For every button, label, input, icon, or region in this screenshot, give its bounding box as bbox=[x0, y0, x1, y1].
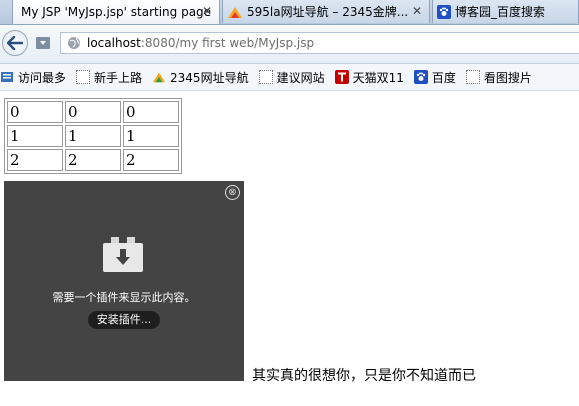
baidu-paw-icon bbox=[413, 70, 428, 84]
address-bar[interactable]: localhost:8080/my first web/MyJsp.jsp bbox=[60, 32, 579, 54]
table-cell: 0 bbox=[123, 101, 179, 123]
back-button[interactable] bbox=[2, 30, 28, 56]
page-icon bbox=[258, 70, 273, 84]
tab-strip: My JSP 'MyJsp.jsp' starting page ✕ 595la… bbox=[0, 0, 579, 25]
bookmark-label: 天猫双11 bbox=[352, 70, 404, 85]
table-row: 0 0 0 bbox=[7, 101, 179, 123]
tab-title: 595la网址导航 – 2345金牌... bbox=[247, 5, 409, 19]
bookmark-image-search[interactable]: 看图搜片 bbox=[465, 69, 532, 86]
plugin-message: 需要一个插件来显示此内容。 bbox=[52, 291, 196, 304]
page-icon bbox=[76, 70, 91, 84]
bookmark-baidu[interactable]: 百度 bbox=[413, 69, 456, 86]
globe-icon bbox=[68, 37, 80, 49]
url-host: localhost bbox=[87, 36, 141, 50]
tab-595la[interactable]: 595la网址导航 – 2345金牌... ✕ bbox=[222, 0, 430, 23]
missing-plugin-panel: ⊗ 需要一个插件来显示此内容。 安装插件... bbox=[4, 181, 244, 381]
navigation-bar: localhost:8080/my first web/MyJsp.jsp bbox=[0, 25, 579, 64]
bookmarks-bar: 访问最多 新手上路 2345网址导航 建议网站 天猫双11 百度 看图搜片 bbox=[0, 64, 579, 91]
2345-favicon-icon bbox=[228, 6, 242, 18]
close-plugin-icon[interactable]: ⊗ bbox=[225, 185, 240, 200]
plugin-download-icon bbox=[103, 237, 143, 272]
tab-title: 博客园_百度搜索 bbox=[455, 5, 546, 19]
tab-title: My JSP 'MyJsp.jsp' starting page bbox=[21, 5, 212, 19]
table-cell: 2 bbox=[7, 149, 63, 171]
bookmark-label: 建议网站 bbox=[276, 70, 325, 85]
body-text: 其实真的很想你，只是你不知道而已 bbox=[252, 368, 476, 384]
table-cell: 2 bbox=[123, 149, 179, 171]
bookmark-label: 看图搜片 bbox=[483, 70, 532, 85]
bookmark-getting-started[interactable]: 新手上路 bbox=[76, 69, 142, 86]
baidu-paw-icon bbox=[437, 4, 451, 19]
tab-myjsp[interactable]: My JSP 'MyJsp.jsp' starting page ✕ bbox=[12, 0, 220, 24]
page-content: 0 0 0 1 1 1 2 2 2 ⊗ 需要一个插件来显示此内容。 安装插件..… bbox=[0, 91, 579, 406]
bookmark-label: 访问最多 bbox=[18, 70, 67, 85]
table-cell: 1 bbox=[123, 125, 179, 147]
table-cell: 0 bbox=[65, 101, 121, 123]
bookmark-label: 新手上路 bbox=[94, 70, 143, 85]
history-dropdown-icon[interactable] bbox=[35, 36, 51, 50]
tmall-icon bbox=[334, 70, 349, 84]
url-path: :8080/my first web/MyJsp.jsp bbox=[140, 36, 315, 50]
table-row: 1 1 1 bbox=[7, 125, 179, 147]
bookmark-tmall[interactable]: 天猫双11 bbox=[334, 69, 404, 86]
table-cell: 1 bbox=[65, 125, 121, 147]
back-arrow-icon bbox=[7, 36, 23, 50]
bookmark-most-visited[interactable]: 访问最多 bbox=[0, 69, 66, 86]
tab-baidu-search[interactable]: 博客园_百度搜索 bbox=[432, 0, 579, 23]
bookmark-label: 2345网址导航 bbox=[170, 70, 249, 85]
number-table: 0 0 0 1 1 1 2 2 2 bbox=[4, 98, 182, 174]
2345-logo-icon bbox=[152, 72, 166, 83]
table-row: 2 2 2 bbox=[7, 149, 179, 171]
bookmark-label: 百度 bbox=[431, 70, 456, 85]
close-tab-icon[interactable]: ✕ bbox=[411, 5, 423, 17]
bookmark-2345[interactable]: 2345网址导航 bbox=[152, 69, 249, 86]
close-tab-icon[interactable]: ✕ bbox=[201, 5, 213, 17]
table-cell: 1 bbox=[7, 125, 63, 147]
install-plugin-button[interactable]: 安装插件... bbox=[88, 311, 160, 329]
table-cell: 2 bbox=[65, 149, 121, 171]
bookmarks-folder-icon bbox=[1, 72, 13, 82]
table-cell: 0 bbox=[7, 101, 63, 123]
bookmark-suggested-sites[interactable]: 建议网站 bbox=[258, 69, 325, 86]
page-icon bbox=[465, 70, 480, 84]
